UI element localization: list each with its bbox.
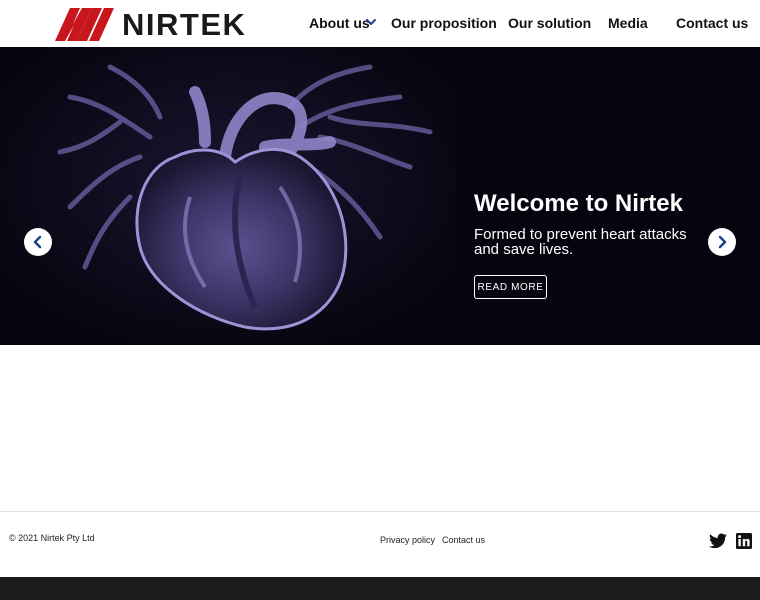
chevron-right-icon: [718, 235, 727, 249]
footer-contact-link[interactable]: Contact us: [442, 535, 485, 545]
nav-our-solution[interactable]: Our solution: [508, 15, 591, 31]
read-more-button[interactable]: READ MORE: [474, 275, 547, 299]
hero-subtitle: Formed to prevent heart attacks and save…: [474, 226, 687, 258]
site-header: NIRTEK About us Our proposition Our solu…: [0, 0, 760, 47]
hero-slider: Welcome to Nirtek Formed to prevent hear…: [0, 47, 760, 345]
nav-our-proposition[interactable]: Our proposition: [391, 15, 497, 31]
privacy-policy-link[interactable]: Privacy policy: [380, 535, 435, 545]
nav-about-us[interactable]: About us: [309, 15, 370, 31]
chevron-left-icon: [33, 235, 42, 249]
bottom-bar: [0, 577, 760, 600]
nav-contact-us[interactable]: Contact us: [676, 15, 748, 31]
slider-next-button[interactable]: [708, 228, 736, 256]
hero-title: Welcome to Nirtek: [474, 190, 683, 217]
copyright-text: © 2021 Nirtek Pty Ltd: [9, 533, 95, 543]
nav-media[interactable]: Media: [608, 15, 648, 31]
heart-xray-image: [0, 47, 456, 345]
twitter-icon[interactable]: [709, 533, 727, 549]
main-nav: About us Our proposition Our solution Me…: [0, 0, 760, 47]
chevron-down-icon[interactable]: [365, 15, 377, 29]
footer-divider: [0, 511, 760, 512]
slider-prev-button[interactable]: [24, 228, 52, 256]
linkedin-icon[interactable]: [735, 533, 753, 549]
